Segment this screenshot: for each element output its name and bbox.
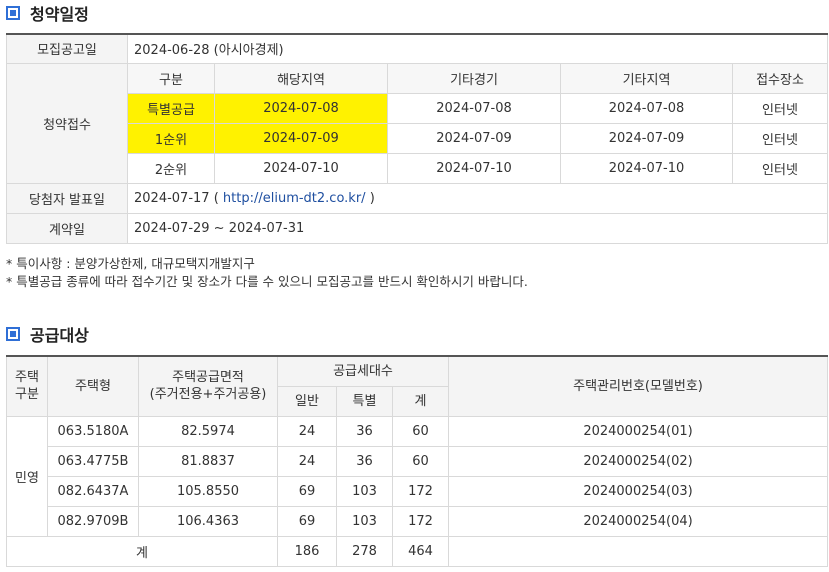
- contract-value: 2024-07-29 ~ 2024-07-31: [127, 212, 828, 244]
- col-header-general: 일반: [277, 385, 337, 417]
- winner-date: 2024-07-17: [134, 190, 210, 206]
- winner-open-paren: (: [209, 190, 223, 206]
- units-total: 60: [391, 415, 450, 447]
- announce-label: 모집공고일: [6, 33, 128, 64]
- supply-area: 82.5974: [138, 415, 278, 447]
- note-warning: * 특별공급 종류에 따라 접수기간 및 장소가 다를 수 있으니 모집공고를 …: [6, 274, 528, 289]
- row-local: 2024-07-10: [214, 152, 388, 184]
- row-type: 1순위: [127, 122, 215, 154]
- winner-label: 당첨자 발표일: [6, 182, 128, 214]
- row-place: 인터넷: [732, 122, 828, 154]
- col-header-mgmt: 주택관리번호(모델번호): [448, 355, 829, 417]
- schedule-section-title: 청약일정: [6, 2, 89, 24]
- row-other: 2024-07-10: [560, 152, 733, 184]
- sum-special: 278: [336, 535, 393, 567]
- square-bullet-icon: [6, 327, 20, 341]
- table-row: 063.4775B 81.8837 24 36 60 2024000254(02…: [7, 445, 829, 477]
- supply-area: 106.4363: [138, 505, 278, 537]
- house-type: 063.5180A: [47, 415, 139, 447]
- mgmt-number: 2024000254(01): [448, 415, 829, 447]
- schedule-title-text: 청약일정: [30, 5, 89, 24]
- mgmt-number: 2024000254(02): [448, 445, 829, 477]
- schedule-row: 2순위 2024-07-10 2024-07-10 2024-07-10 인터넷: [7, 152, 828, 184]
- winner-value: 2024-07-17 ( http://elium-dt2.co.kr/ ): [127, 182, 828, 214]
- col-header-area: 주택공급면적 (주거전용+주거공용): [138, 355, 278, 417]
- table-row: 082.6437A 105.8550 69 103 172 2024000254…: [7, 475, 829, 507]
- units-general: 69: [277, 505, 337, 537]
- row-other: 2024-07-08: [560, 92, 733, 124]
- supply-section-title: 공급대상: [6, 323, 89, 345]
- units-total: 60: [391, 445, 450, 477]
- house-type: 082.6437A: [47, 475, 139, 507]
- row-type: 2순위: [127, 152, 215, 184]
- units-total: 172: [391, 505, 450, 537]
- supply-area: 105.8550: [138, 475, 278, 507]
- schedule-table: 모집공고일 2024-06-28 (아시아경제) 청약접수 구분 해당지역 기타…: [6, 33, 828, 244]
- col-header-type: 구분: [127, 62, 215, 94]
- mgmt-number: 2024000254(03): [448, 475, 829, 507]
- house-type: 082.9709B: [47, 505, 139, 537]
- units-general: 69: [277, 475, 337, 507]
- sum-total: 464: [391, 535, 450, 567]
- contract-label: 계약일: [6, 212, 128, 244]
- col-header-other: 기타지역: [560, 62, 733, 94]
- row-other: 2024-07-09: [560, 122, 733, 154]
- table-row: 민영 063.5180A 82.5974 24 36 60 2024000254…: [6, 415, 829, 537]
- note-special: * 특이사항 : 분양가상한제, 대규모택지개발지구: [6, 256, 255, 271]
- supply-area: 81.8837: [138, 445, 278, 477]
- col-header-kind: 주택 구분: [6, 355, 48, 417]
- units-special: 103: [336, 475, 393, 507]
- col-header-local: 해당지역: [214, 62, 388, 94]
- sum-label: 계: [6, 535, 278, 567]
- units-special: 36: [336, 415, 393, 447]
- schedule-row: 1순위 2024-07-09 2024-07-09 2024-07-09 인터넷: [7, 122, 828, 154]
- schedule-row: 특별공급 2024-07-08 2024-07-08 2024-07-08 인터…: [7, 92, 828, 124]
- supply-table: 주택 구분 주택형 주택공급면적 (주거전용+주거공용) 공급세대수 주택관리번호(…: [6, 355, 829, 567]
- apply-label: 청약접수: [6, 62, 128, 184]
- house-kind: 민영: [6, 415, 48, 537]
- announce-value: 2024-06-28 (아시아경제): [127, 33, 828, 64]
- col-header-total: 계: [391, 385, 450, 417]
- col-header-house-type: 주택형: [47, 355, 139, 417]
- units-general: 24: [277, 415, 337, 447]
- row-gyeonggi: 2024-07-08: [387, 92, 561, 124]
- row-gyeonggi: 2024-07-09: [387, 122, 561, 154]
- row-place: 인터넷: [732, 152, 828, 184]
- units-special: 103: [336, 505, 393, 537]
- table-row: 082.9709B 106.4363 69 103 172 2024000254…: [7, 505, 829, 537]
- row-place: 인터넷: [732, 92, 828, 124]
- row-local: 2024-07-09: [214, 122, 388, 154]
- mgmt-number: 2024000254(04): [448, 505, 829, 537]
- row-local: 2024-07-08: [214, 92, 388, 124]
- col-header-units: 공급세대수: [276, 355, 450, 387]
- units-total: 172: [391, 475, 450, 507]
- col-header-gyeonggi: 기타경기: [387, 62, 561, 94]
- col-header-special: 특별: [336, 385, 393, 417]
- notes: * 특이사항 : 분양가상한제, 대규모택지개발지구 * 특별공급 종류에 따라…: [6, 255, 528, 291]
- winner-close-paren: ): [365, 190, 375, 206]
- row-gyeonggi: 2024-07-10: [387, 152, 561, 184]
- sum-mgmt-empty: [448, 535, 829, 567]
- sum-row: 계 186 278 464: [6, 535, 829, 567]
- units-general: 24: [277, 445, 337, 477]
- col-header-place: 접수장소: [732, 62, 828, 94]
- square-bullet-icon: [6, 6, 20, 20]
- units-special: 36: [336, 445, 393, 477]
- supply-title-text: 공급대상: [30, 326, 89, 345]
- winner-site-link[interactable]: http://elium-dt2.co.kr/: [223, 191, 366, 206]
- sum-general: 186: [277, 535, 337, 567]
- house-type: 063.4775B: [47, 445, 139, 477]
- row-type: 특별공급: [127, 92, 215, 124]
